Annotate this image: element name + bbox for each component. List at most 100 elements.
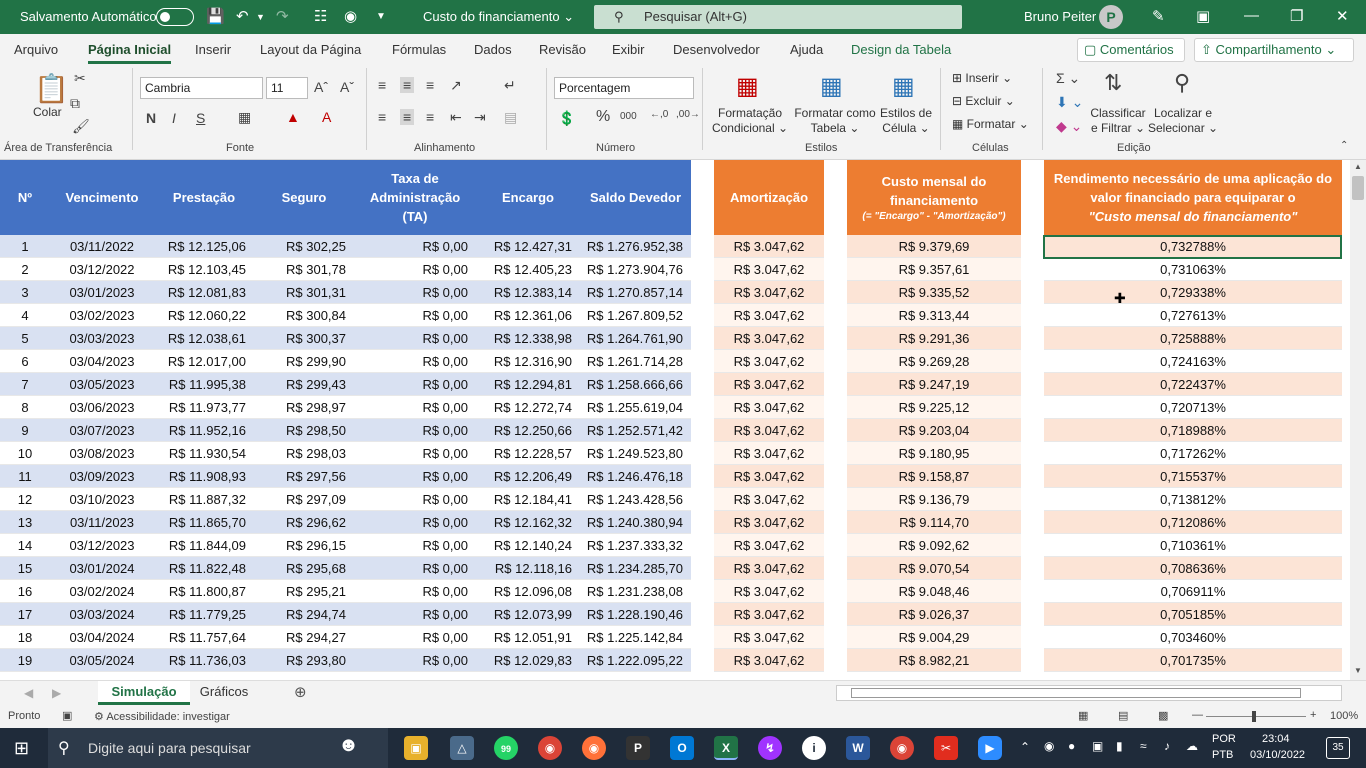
cell-vencimento[interactable]: 03/11/2022 <box>50 235 154 258</box>
firefox-icon[interactable]: ◉ <box>582 736 606 760</box>
tab-formulas[interactable]: Fórmulas <box>392 42 446 57</box>
cell-encargo[interactable]: R$ 12.029,83 <box>476 649 580 672</box>
next-sheet-icon[interactable]: ▶ <box>52 686 61 700</box>
cell-vencimento[interactable]: 03/04/2024 <box>50 626 154 649</box>
paste-label[interactable]: Colar <box>33 105 62 120</box>
cell-n[interactable]: 4 <box>0 304 50 327</box>
cell-taxa[interactable]: R$ 0,00 <box>354 281 476 304</box>
cell-vencimento[interactable]: 03/08/2023 <box>50 442 154 465</box>
sort-filter-icon[interactable]: ⇅ <box>1104 70 1122 96</box>
horizontal-scrollbar[interactable] <box>836 685 1342 701</box>
currency-icon[interactable]: 💲 <box>558 110 575 127</box>
delete-cells-button[interactable]: ⊟ Excluir ⌄ <box>952 94 1015 109</box>
cell-encargo[interactable]: R$ 12.250,66 <box>476 419 580 442</box>
cell-saldo[interactable]: R$ 1.243.428,56 <box>580 488 691 511</box>
undo-icon[interactable]: ↶ <box>236 7 249 25</box>
cell-encargo[interactable]: R$ 12.228,57 <box>476 442 580 465</box>
cell-encargo[interactable]: R$ 12.162,32 <box>476 511 580 534</box>
cell-rendimento[interactable]: 0,705185% <box>1044 603 1342 626</box>
cell-prestacao[interactable]: R$ 11.887,32 <box>154 488 254 511</box>
zoom-level[interactable]: 100% <box>1330 710 1358 722</box>
bold-icon[interactable]: N <box>146 110 156 126</box>
cell-rendimento[interactable]: 0,715537% <box>1044 465 1342 488</box>
cell-taxa[interactable]: R$ 0,00 <box>354 442 476 465</box>
cell-custo[interactable]: R$ 9.357,61 <box>847 258 1021 281</box>
cell-n[interactable]: 14 <box>0 534 50 557</box>
cell-seguro[interactable]: R$ 302,25 <box>254 235 354 258</box>
cell-amortizacao[interactable]: R$ 3.047,62 <box>714 488 824 511</box>
find-icon[interactable]: ⚲ <box>1174 70 1190 96</box>
clock-date[interactable]: 03/10/2022 <box>1250 749 1305 761</box>
cell-encargo[interactable]: R$ 12.383,14 <box>476 281 580 304</box>
cell-rendimento[interactable]: 0,706911% <box>1044 580 1342 603</box>
cell-seguro[interactable]: R$ 294,74 <box>254 603 354 626</box>
cell-rendimento[interactable]: 0,708636% <box>1044 557 1342 580</box>
cell-saldo[interactable]: R$ 1.255.619,04 <box>580 396 691 419</box>
cell-prestacao[interactable]: R$ 11.930,54 <box>154 442 254 465</box>
cell-seguro[interactable]: R$ 299,43 <box>254 373 354 396</box>
conditional-format-label[interactable]: Formatação Condicional ⌄ <box>710 106 790 136</box>
scroll-up-icon[interactable]: ▲ <box>1354 162 1362 171</box>
prev-sheet-icon[interactable]: ◀ <box>24 686 33 700</box>
cell-saldo[interactable]: R$ 1.225.142,84 <box>580 626 691 649</box>
info-app-icon[interactable]: i <box>802 736 826 760</box>
cell-encargo[interactable]: R$ 12.073,99 <box>476 603 580 626</box>
cell-n[interactable]: 3 <box>0 281 50 304</box>
fill-color-icon[interactable]: ▲ <box>286 109 300 125</box>
cell-amortizacao[interactable]: R$ 3.047,62 <box>714 580 824 603</box>
cell-prestacao[interactable]: R$ 12.125,06 <box>154 235 254 258</box>
messenger-icon[interactable]: ↯ <box>758 736 782 760</box>
align-top-icon[interactable]: ≡ <box>378 77 386 93</box>
cell-rendimento[interactable]: 0,731063% <box>1044 258 1342 281</box>
cell-vencimento[interactable]: 03/04/2023 <box>50 350 154 373</box>
file-title[interactable]: Custo do financiamento ⌄ <box>423 9 574 25</box>
cell-custo[interactable]: R$ 9.136,79 <box>847 488 1021 511</box>
cell-n[interactable]: 9 <box>0 419 50 442</box>
cell-encargo[interactable]: R$ 12.140,24 <box>476 534 580 557</box>
normal-view-icon[interactable]: ▦ <box>1078 709 1088 722</box>
cell-vencimento[interactable]: 03/11/2023 <box>50 511 154 534</box>
cell-saldo[interactable]: R$ 1.252.571,42 <box>580 419 691 442</box>
cell-saldo[interactable]: R$ 1.261.714,28 <box>580 350 691 373</box>
pen-icon[interactable]: ✎ <box>1152 7 1165 25</box>
cell-prestacao[interactable]: R$ 11.779,25 <box>154 603 254 626</box>
cell-vencimento[interactable]: 03/12/2022 <box>50 258 154 281</box>
cell-prestacao[interactable]: R$ 12.081,83 <box>154 281 254 304</box>
tray-icon-1[interactable]: ◉ <box>1044 739 1054 753</box>
volume-icon[interactable]: ♪ <box>1164 739 1170 753</box>
ribbon-display-icon[interactable]: ▣ <box>1196 7 1210 25</box>
undo-dropdown-icon[interactable]: ▼ <box>256 12 265 22</box>
cell-rendimento[interactable]: 0,718988% <box>1044 419 1342 442</box>
cell-n[interactable]: 5 <box>0 327 50 350</box>
avatar[interactable]: P <box>1099 5 1123 29</box>
header-custo[interactable]: Custo mensal do financiamento (= "Encarg… <box>847 160 1021 235</box>
header-prestacao[interactable]: Prestação <box>154 160 254 235</box>
align-right-icon[interactable]: ≡ <box>426 109 434 125</box>
cell-custo[interactable]: R$ 9.158,87 <box>847 465 1021 488</box>
tab-pagina-inicial[interactable]: Página Inicial <box>88 42 172 64</box>
cell-n[interactable]: 12 <box>0 488 50 511</box>
close-icon[interactable]: ✕ <box>1336 7 1349 25</box>
page-layout-icon[interactable]: ▤ <box>1118 709 1128 722</box>
cell-amortizacao[interactable]: R$ 3.047,62 <box>714 603 824 626</box>
cell-seguro[interactable]: R$ 301,78 <box>254 258 354 281</box>
spreadsheet-grid[interactable]: Nº Vencimento Prestação Seguro Taxa de A… <box>0 160 1350 680</box>
cell-vencimento[interactable]: 03/05/2024 <box>50 649 154 672</box>
clear-icon[interactable]: ◆ ⌄ <box>1056 118 1082 135</box>
cell-amortizacao[interactable]: R$ 3.047,62 <box>714 373 824 396</box>
cell-seguro[interactable]: R$ 299,90 <box>254 350 354 373</box>
chrome-icon[interactable]: ◉ <box>538 736 562 760</box>
cell-vencimento[interactable]: 03/02/2023 <box>50 304 154 327</box>
cell-n[interactable]: 15 <box>0 557 50 580</box>
notification-center-icon[interactable]: 35 <box>1326 737 1350 759</box>
restore-icon[interactable]: ❐ <box>1290 7 1303 25</box>
cell-seguro[interactable]: R$ 298,97 <box>254 396 354 419</box>
align-bottom-icon[interactable]: ≡ <box>426 77 434 93</box>
tab-revisao[interactable]: Revisão <box>539 42 586 57</box>
tab-inserir[interactable]: Inserir <box>195 42 231 57</box>
cell-prestacao[interactable]: R$ 11.736,03 <box>154 649 254 672</box>
cell-rendimento[interactable]: 0,720713% <box>1044 396 1342 419</box>
sheet-tab-graficos[interactable]: Gráficos <box>196 684 252 699</box>
cell-rendimento[interactable]: 0,717262% <box>1044 442 1342 465</box>
cell-saldo[interactable]: R$ 1.246.476,18 <box>580 465 691 488</box>
